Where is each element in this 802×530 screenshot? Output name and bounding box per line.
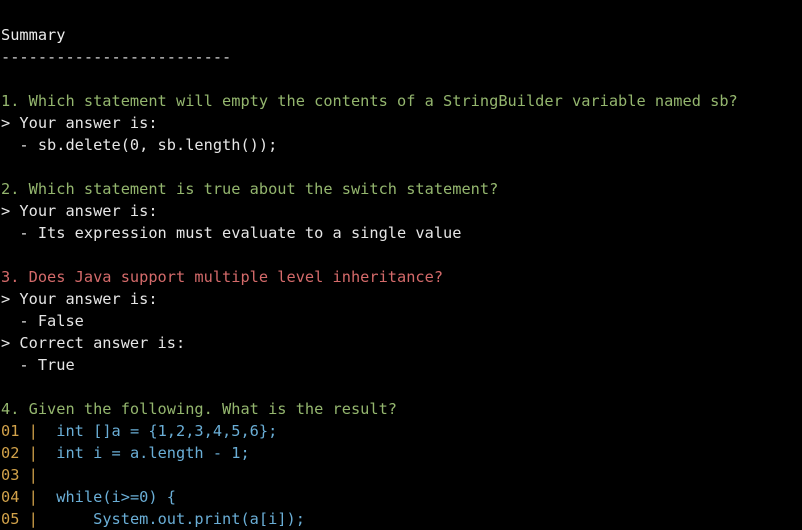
question-2-your-answer: - Its expression must evaluate to a sing… — [1, 224, 462, 242]
question-3-your-answer: - False — [1, 312, 84, 330]
line-number: 05 — [1, 510, 20, 528]
question-3-your-answer-label: > Your answer is: — [1, 290, 158, 308]
summary-divider: ------------------------- — [1, 48, 232, 66]
line-number: 03 — [1, 466, 20, 484]
code-line: 03 | — [1, 464, 802, 486]
line-number: 01 — [1, 422, 20, 440]
code-line: 04 | while(i>=0) { — [1, 486, 802, 508]
code-text: int i = a.length - 1; — [56, 444, 250, 462]
gutter-bar: | — [19, 510, 57, 528]
gutter-bar: | — [19, 488, 57, 506]
gutter-bar: | — [19, 466, 57, 484]
question-3-correct-answer-label: > Correct answer is: — [1, 334, 186, 352]
code-line: 05 | System.out.print(a[i]); — [1, 508, 802, 530]
code-text: System.out.print(a[i]); — [56, 510, 305, 528]
question-2-your-answer-label: > Your answer is: — [1, 202, 158, 220]
question-1-your-answer-label: > Your answer is: — [1, 114, 158, 132]
gutter-bar: | — [19, 422, 57, 440]
question-4-text: 4. Given the following. What is the resu… — [1, 400, 398, 418]
line-number: 04 — [1, 488, 20, 506]
code-line: 01 | int []a = {1,2,3,4,5,6}; — [1, 420, 802, 442]
line-number: 02 — [1, 444, 20, 462]
summary-title: Summary — [1, 26, 66, 44]
question-1-your-answer: - sb.delete(0, sb.length()); — [1, 136, 278, 154]
question-2-text: 2. Which statement is true about the swi… — [1, 180, 499, 198]
code-text: int []a = {1,2,3,4,5,6}; — [56, 422, 278, 440]
question-3-text: 3. Does Java support multiple level inhe… — [1, 268, 444, 286]
terminal-output: Summary ------------------------- 1. Whi… — [1, 24, 802, 530]
code-listing: 01 | int []a = {1,2,3,4,5,6}; 02 | int i… — [1, 420, 802, 530]
question-3-correct-answer: - True — [1, 356, 75, 374]
code-line: 02 | int i = a.length - 1; — [1, 442, 802, 464]
gutter-bar: | — [19, 444, 57, 462]
question-1-text: 1. Which statement will empty the conten… — [1, 92, 738, 110]
code-text: while(i>=0) { — [56, 488, 176, 506]
